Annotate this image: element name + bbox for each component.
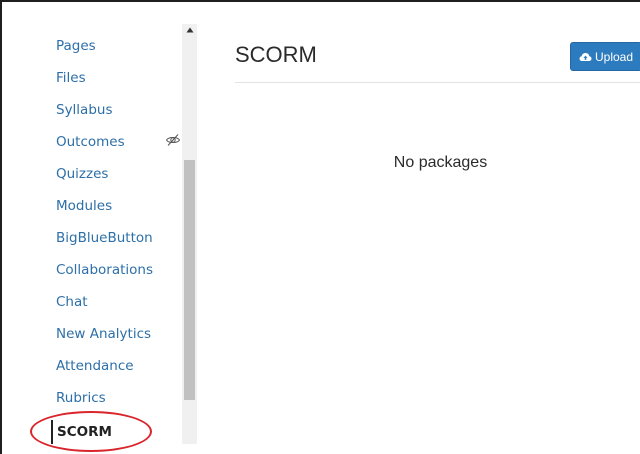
cloud-upload-icon	[579, 52, 592, 62]
nav-item-scorm[interactable]: SCORM	[51, 420, 112, 444]
nav-item-attendance[interactable]: Attendance	[56, 354, 134, 378]
scroll-up-arrow-icon[interactable]	[182, 24, 197, 36]
header-divider	[235, 82, 640, 83]
nav-item-new-analytics[interactable]: New Analytics	[56, 322, 151, 346]
page-title: SCORM	[235, 42, 317, 67]
empty-state-message: No packages	[393, 154, 488, 171]
nav-item-rubrics[interactable]: Rubrics	[56, 386, 106, 410]
nav-item-pages[interactable]: Pages	[56, 34, 96, 58]
nav-item-chat[interactable]: Chat	[56, 290, 88, 314]
nav-item-quizzes[interactable]: Quizzes	[56, 162, 108, 186]
upload-button[interactable]: Upload	[570, 42, 640, 71]
nav-item-bigbluebutton[interactable]: BigBlueButton	[56, 226, 153, 250]
upload-button-label: Upload	[595, 49, 634, 64]
nav-item-modules[interactable]: Modules	[56, 194, 112, 218]
nav-item-files[interactable]: Files	[56, 66, 86, 90]
nav-item-outcomes[interactable]: Outcomes	[56, 130, 125, 154]
main-content: SCORM Upload No packages	[197, 4, 640, 454]
nav-item-syllabus[interactable]: Syllabus	[56, 98, 113, 122]
nav-item-collaborations[interactable]: Collaborations	[56, 258, 153, 282]
course-navigation: Pages Files Syllabus Outcomes Quizzes Mo…	[4, 4, 182, 454]
eye-slash-icon	[165, 132, 181, 148]
scrollbar-thumb[interactable]	[184, 160, 195, 400]
app-window: Pages Files Syllabus Outcomes Quizzes Mo…	[0, 0, 640, 454]
